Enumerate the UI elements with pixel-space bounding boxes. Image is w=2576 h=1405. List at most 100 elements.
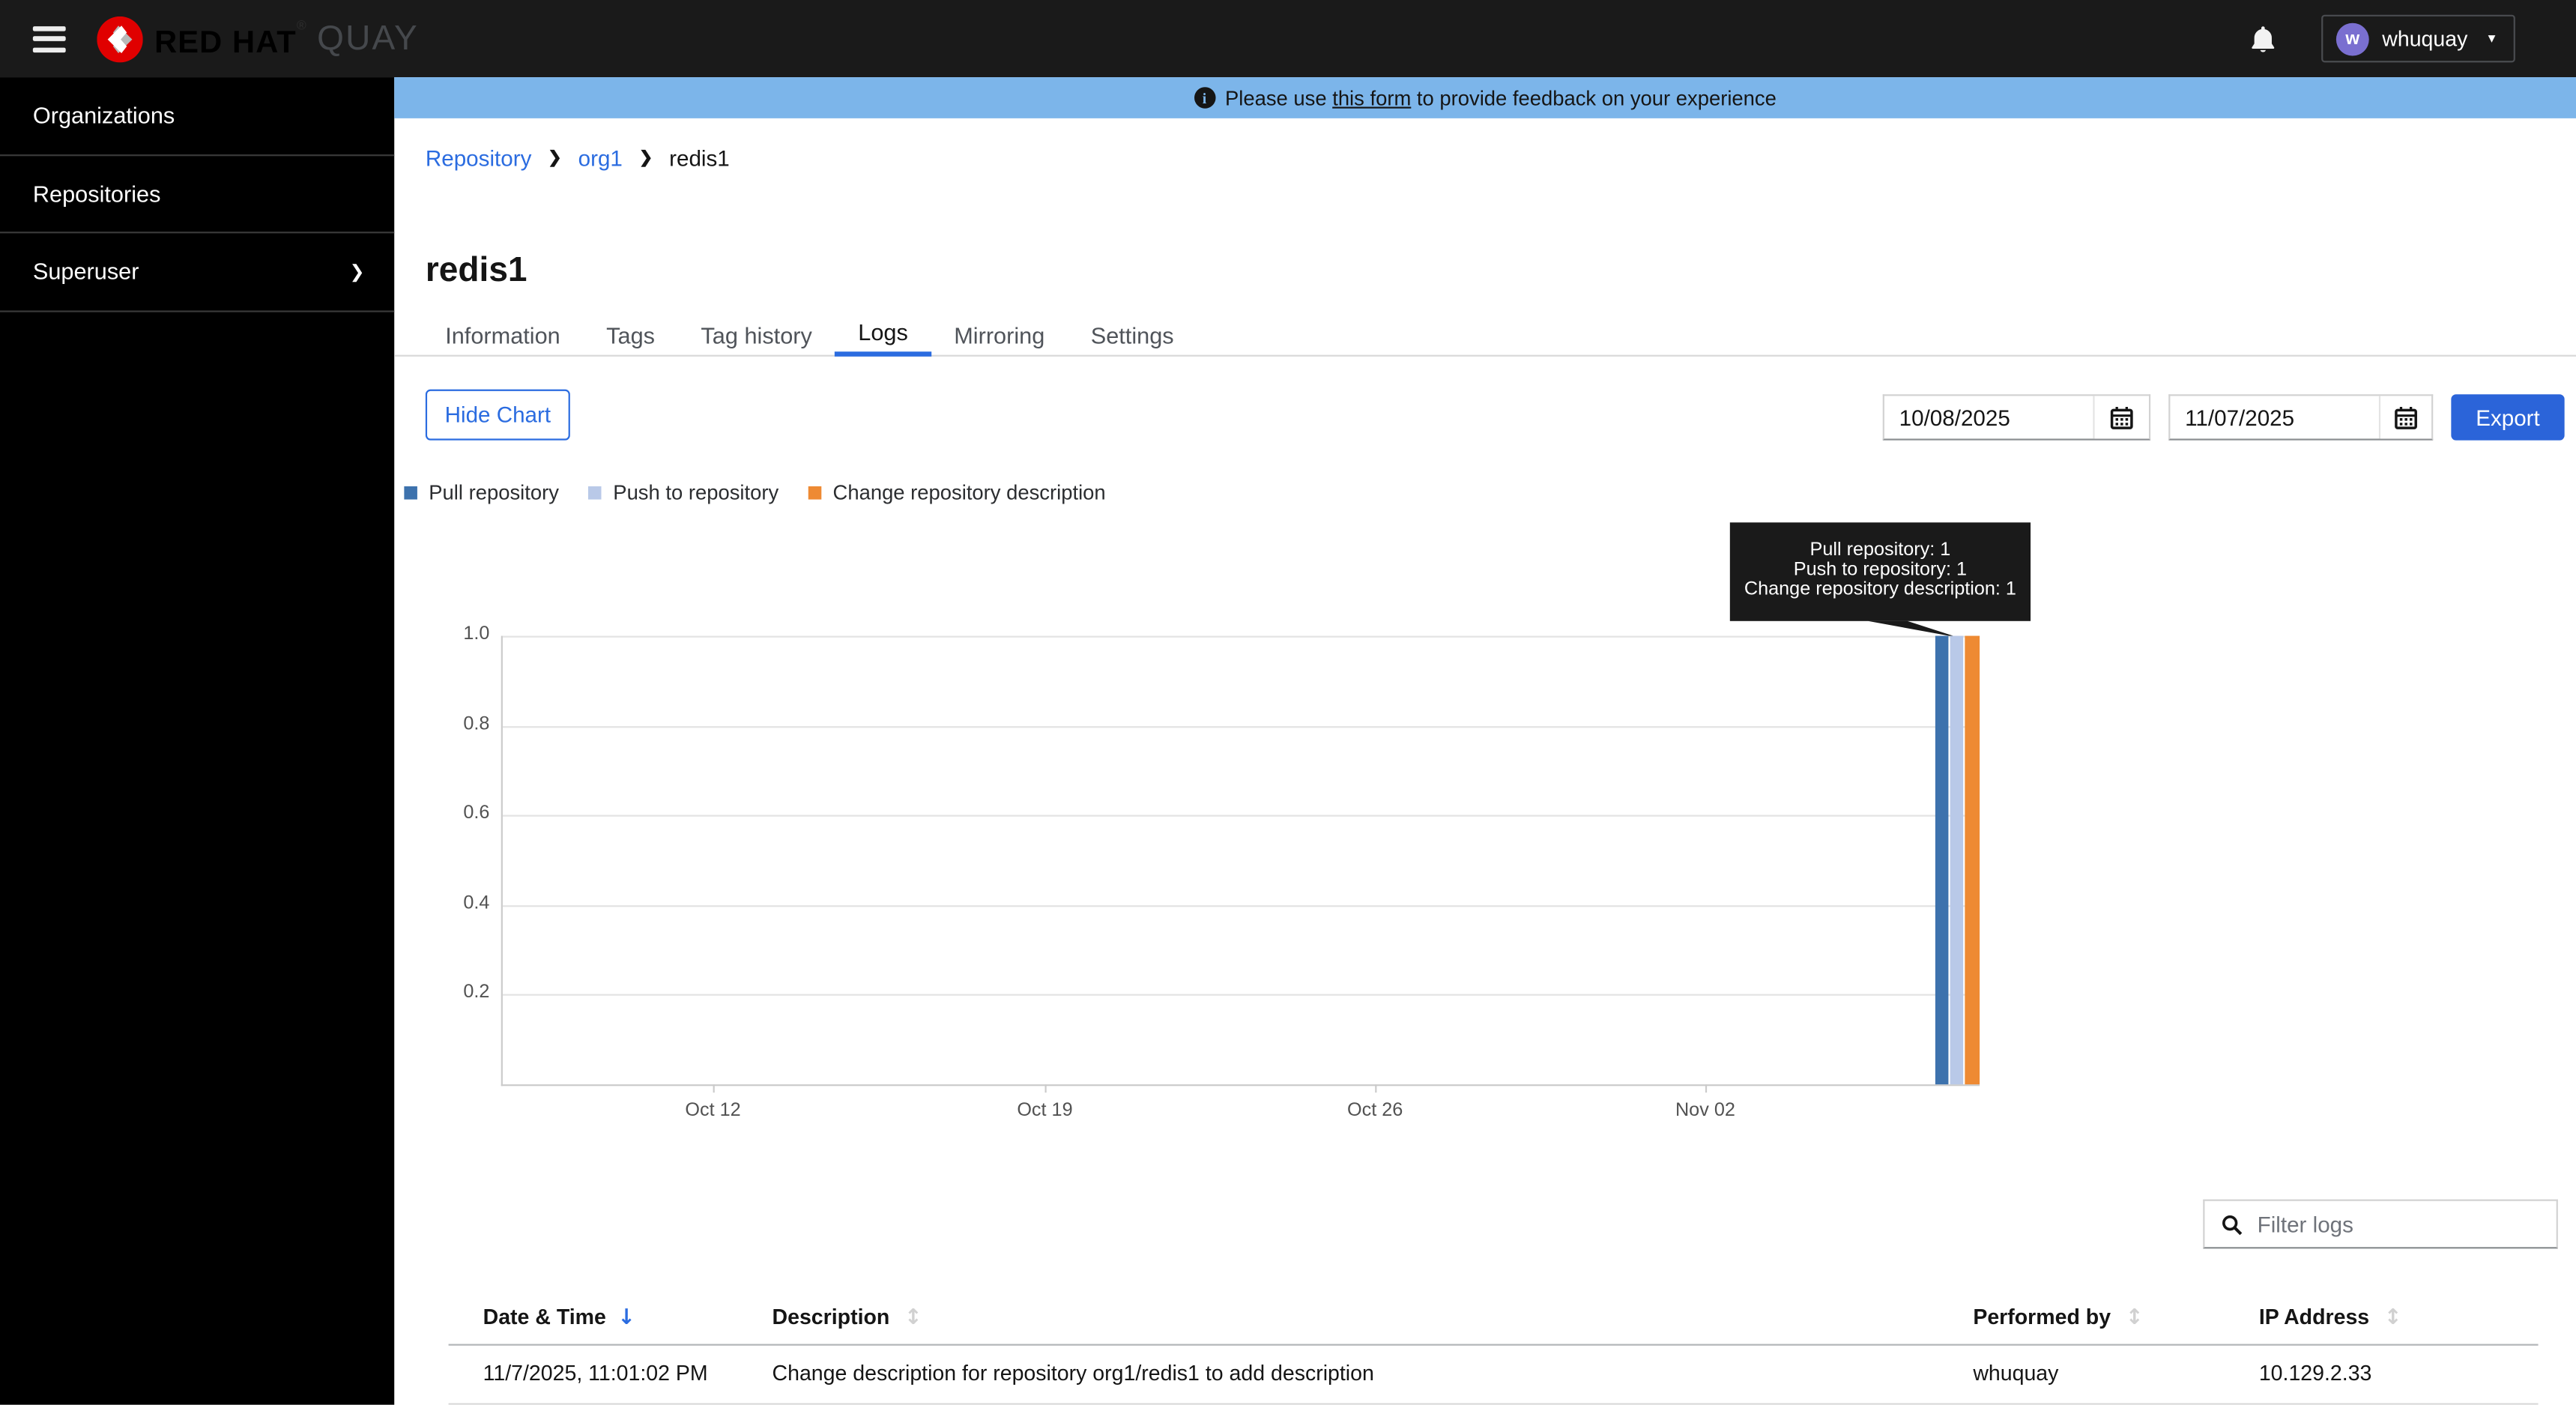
log-description: Change description for repository org1/r… <box>773 1344 1374 1404</box>
breadcrumb-repository-link[interactable]: Repository <box>426 146 531 171</box>
filter-logs-input[interactable] <box>2254 1210 2556 1238</box>
chart-legend: Pull repository Push to repository Chang… <box>404 481 1105 504</box>
filter-logs-field <box>2203 1200 2558 1249</box>
log-performed-by: whuquay <box>1973 1344 2058 1404</box>
column-header-date-time[interactable]: Date & Time↓ <box>483 1291 636 1344</box>
table-row[interactable]: 11/7/2025, 11:01:02 PM Change descriptio… <box>449 1344 2539 1405</box>
brand-redhat-text: RED HAT® <box>154 17 307 61</box>
sidebar-item-repositories[interactable]: Repositories <box>0 155 394 233</box>
sidebar-item-superuser[interactable]: Superuser❯ <box>0 233 394 311</box>
gridline <box>503 994 1980 996</box>
gridline <box>503 815 1980 817</box>
legend-swatch-push <box>588 486 602 500</box>
legend-item-change[interactable]: Change repository description <box>808 481 1106 504</box>
export-button[interactable]: Export <box>2451 394 2564 440</box>
sort-descending-icon[interactable]: ↓ <box>617 1306 635 1331</box>
gridline <box>503 636 1980 638</box>
sidebar-item-label: Repositories <box>33 181 161 207</box>
gridline <box>503 725 1980 727</box>
breadcrumb-org1-link[interactable]: org1 <box>578 146 623 171</box>
column-header-description[interactable]: Description↕ <box>773 1291 922 1344</box>
sidebar-item-label: Organizations <box>33 102 175 128</box>
masthead: RED HAT® QUAY w whuquay ▾ <box>0 0 2576 77</box>
sidebar-nav: Organizations Repositories Superuser❯ <box>0 77 394 1405</box>
x-axis-tick <box>1375 1084 1376 1093</box>
gridline <box>503 905 1980 907</box>
end-date-field <box>2168 394 2433 440</box>
y-axis-tick-label: 0.8 <box>435 714 489 734</box>
logs-bar-chart: 1.0 0.8 0.6 0.4 0.2 Oct 12 Oct 19 Oct 26… <box>501 636 1980 1087</box>
y-axis-tick-label: 0.4 <box>435 893 489 913</box>
page-title: redis1 <box>426 252 527 291</box>
brand-logo: RED HAT® QUAY <box>97 16 419 62</box>
notifications-bell-icon[interactable] <box>2249 25 2277 52</box>
tooltip-line: Change repository description: 1 <box>1730 581 2031 601</box>
tooltip-line: Pull repository: 1 <box>1730 540 2031 561</box>
banner-text: Please use this form to provide feedback… <box>1225 86 1777 109</box>
calendar-icon <box>2394 405 2419 429</box>
tab-mirroring[interactable]: Mirroring <box>931 312 1068 357</box>
x-axis-tick <box>1044 1084 1046 1093</box>
user-name: whuquay <box>2382 26 2467 51</box>
feedback-banner: i Please use this form to provide feedba… <box>394 77 2576 118</box>
legend-item-pull[interactable]: Pull repository <box>404 481 559 504</box>
sort-icon[interactable]: ↕ <box>2384 1306 2402 1331</box>
chevron-right-icon: ❯ <box>548 150 561 168</box>
tab-information[interactable]: Information <box>422 312 583 357</box>
sort-icon[interactable]: ↕ <box>2126 1306 2144 1331</box>
hide-chart-button[interactable]: Hide Chart <box>426 390 570 441</box>
chevron-right-icon: ❯ <box>350 261 365 282</box>
start-date-calendar-button[interactable] <box>2093 396 2149 438</box>
y-axis-tick-label: 0.6 <box>435 804 489 824</box>
feedback-form-link[interactable]: this form <box>1332 86 1411 109</box>
end-date-input[interactable] <box>2170 396 2378 438</box>
x-axis-tick-label: Nov 02 <box>1656 1101 1755 1120</box>
brand-quay-text: QUAY <box>317 19 419 59</box>
y-axis-tick-label: 1.0 <box>435 624 489 644</box>
x-axis-tick-label: Oct 26 <box>1325 1101 1424 1120</box>
tooltip-line: Push to repository: 1 <box>1730 561 2031 581</box>
tab-tag-history[interactable]: Tag history <box>678 312 835 357</box>
tab-settings[interactable]: Settings <box>1068 312 1197 357</box>
x-axis-tick-label: Oct 19 <box>996 1101 1095 1120</box>
x-axis-tick <box>1705 1084 1707 1093</box>
legend-item-push[interactable]: Push to repository <box>588 481 778 504</box>
caret-down-icon: ▾ <box>2488 29 2496 47</box>
breadcrumb-current: redis1 <box>669 146 730 171</box>
y-axis-tick-label: 0.2 <box>435 983 489 1003</box>
registered-mark: ® <box>297 17 307 32</box>
start-date-field <box>1883 394 2150 440</box>
bar-push-to-repository[interactable] <box>1950 636 1964 1085</box>
column-header-performed-by[interactable]: Performed by↕ <box>1973 1291 2143 1344</box>
chart-tooltip: Pull repository: 1 Push to repository: 1… <box>1730 522 2031 621</box>
tab-tags[interactable]: Tags <box>583 312 677 357</box>
user-avatar: w <box>2336 22 2369 55</box>
sidebar-item-organizations[interactable]: Organizations <box>0 77 394 155</box>
info-icon: i <box>1194 87 1215 109</box>
end-date-calendar-button[interactable] <box>2379 396 2431 438</box>
start-date-input[interactable] <box>1884 396 2093 438</box>
tab-logs[interactable]: Logs <box>835 312 931 357</box>
legend-label: Push to repository <box>613 481 778 504</box>
legend-label: Change repository description <box>833 481 1106 504</box>
column-header-ip-address[interactable]: IP Address↕ <box>2259 1291 2402 1344</box>
legend-swatch-change <box>808 486 822 500</box>
sort-icon[interactable]: ↕ <box>904 1306 922 1331</box>
x-axis-tick-label: Oct 12 <box>664 1101 763 1120</box>
chevron-right-icon: ❯ <box>639 150 653 168</box>
breadcrumb: Repository ❯ org1 ❯ redis1 <box>426 146 730 171</box>
repo-tabs: Information Tags Tag history Logs Mirror… <box>422 312 1197 357</box>
red-hat-logo-icon <box>97 16 142 62</box>
user-menu-dropdown[interactable]: w whuquay ▾ <box>2321 15 2515 63</box>
legend-swatch-pull <box>404 486 417 500</box>
logs-table-header: Date & Time↓ Description↕ Performed by↕ … <box>449 1291 2539 1345</box>
quay-app: RED HAT® QUAY w whuquay ▾ Organizations … <box>0 0 2576 1405</box>
bar-pull-repository[interactable] <box>1935 636 1949 1085</box>
bar-change-repository-description[interactable] <box>1965 636 1980 1085</box>
log-ip-address: 10.129.2.33 <box>2259 1344 2372 1404</box>
legend-label: Pull repository <box>429 481 559 504</box>
calendar-icon <box>2109 405 2134 429</box>
search-icon <box>2221 1213 2243 1235</box>
x-axis-tick <box>713 1084 715 1093</box>
hamburger-menu-icon[interactable] <box>33 26 66 52</box>
